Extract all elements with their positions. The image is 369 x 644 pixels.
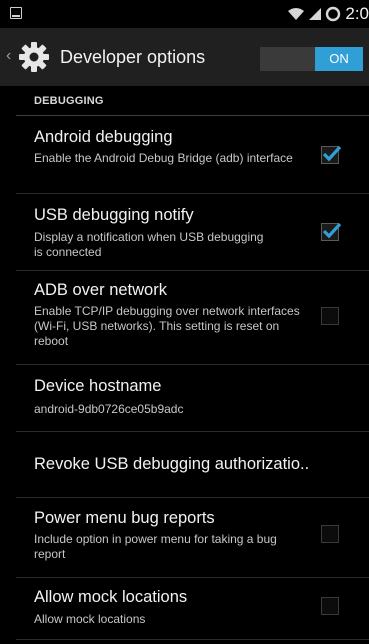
android-debugging-checkbox[interactable] bbox=[321, 145, 342, 164]
pref-android-debugging[interactable]: Android debugging Enable the Android Deb… bbox=[0, 116, 369, 194]
switch-on-label: ON bbox=[315, 47, 363, 71]
pref-device-hostname[interactable]: Device hostname android-9db0726ce05b9adc bbox=[0, 365, 369, 432]
pref-power-menu-bug-reports[interactable]: Power menu bug reports Include option in… bbox=[0, 498, 369, 578]
pref-divider bbox=[16, 639, 369, 640]
pref-summary: Include option in power menu for taking … bbox=[34, 532, 277, 561]
page-title: Developer options bbox=[60, 47, 206, 67]
pref-summary: Enable the Android Debug Bridge (adb) in… bbox=[34, 151, 293, 165]
signal-icon bbox=[309, 8, 322, 20]
pref-title: Allow mock locations bbox=[34, 588, 188, 606]
section-header-label: DEBUGGING bbox=[34, 95, 104, 107]
pref-allow-mock-locations[interactable]: Allow mock locations Allow mock location… bbox=[0, 578, 369, 644]
power-menu-bug-reports-checkbox[interactable] bbox=[321, 525, 339, 543]
checkmark-icon bbox=[322, 145, 342, 162]
checkmark-icon bbox=[322, 222, 342, 239]
pref-summary: Allow mock locations bbox=[34, 612, 146, 626]
pref-title: Device hostname bbox=[34, 377, 162, 395]
pref-title: USB debugging notify bbox=[34, 206, 194, 224]
pref-summary: android-9db0726ce05b9adc bbox=[34, 402, 184, 416]
up-caret-icon[interactable]: ‹ bbox=[6, 47, 11, 65]
status-time: 2:0 bbox=[345, 4, 369, 23]
action-bar: ‹ Developer options ON bbox=[0, 28, 369, 86]
pref-title: Power menu bug reports bbox=[34, 509, 215, 527]
adb-over-network-checkbox[interactable] bbox=[321, 307, 339, 325]
pref-title: ADB over network bbox=[34, 281, 167, 299]
usb-debugging-notify-checkbox[interactable] bbox=[321, 222, 342, 241]
status-bar: 2:0 bbox=[0, 0, 369, 28]
developer-options-switch[interactable]: ON bbox=[260, 47, 363, 71]
pref-summary: Enable TCP/IP debugging over network int… bbox=[34, 304, 300, 348]
pref-usb-debugging-notify[interactable]: USB debugging notify Display a notificat… bbox=[0, 194, 369, 271]
section-header-debugging: DEBUGGING bbox=[0, 86, 369, 116]
pref-title: Android debugging bbox=[34, 128, 173, 146]
pref-revoke-usb-authorizations[interactable]: Revoke USB debugging authorizatio.. bbox=[0, 432, 369, 498]
pref-summary: Display a notification when USB debuggin… bbox=[34, 230, 264, 259]
wifi-icon bbox=[288, 8, 305, 20]
gear-icon[interactable] bbox=[18, 41, 50, 73]
pref-adb-over-network[interactable]: ADB over network Enable TCP/IP debugging… bbox=[0, 271, 369, 365]
pref-title: Revoke USB debugging authorizatio.. bbox=[34, 455, 310, 473]
allow-mock-locations-checkbox[interactable] bbox=[321, 597, 339, 615]
screenshot-icon bbox=[10, 7, 22, 19]
sync-icon bbox=[326, 6, 341, 22]
